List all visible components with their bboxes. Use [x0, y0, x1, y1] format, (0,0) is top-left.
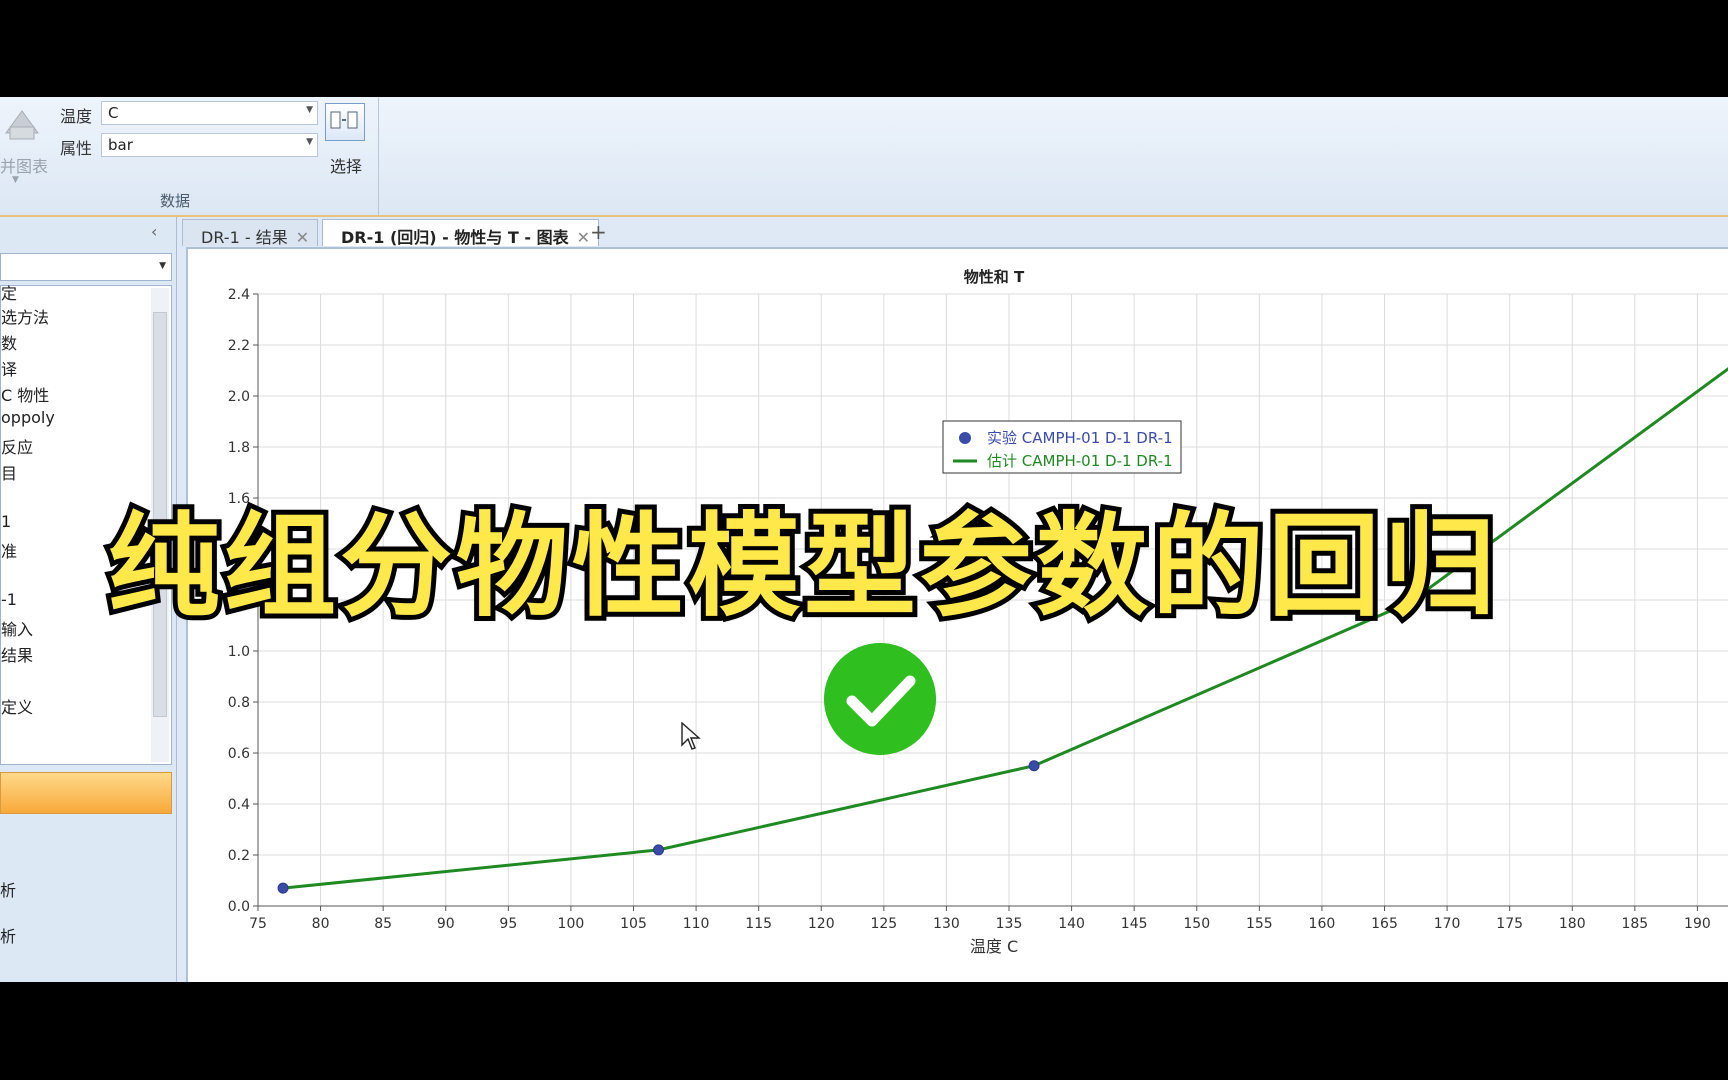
y-tick-label: 1.0 [228, 644, 250, 660]
x-tick-label: 110 [683, 916, 710, 932]
x-tick-label: 115 [745, 916, 772, 932]
overlay-title: 纯组分物性模型参数的回归 [103, 497, 1501, 637]
close-icon[interactable]: ✕ [577, 228, 590, 247]
ribbon-group-caption: 数据 [160, 192, 191, 210]
nav-item[interactable]: C 物性 [1, 382, 49, 406]
nav-item[interactable]: 反应 [1, 434, 33, 458]
x-tick-label: 170 [1434, 916, 1461, 932]
document-tabs: DR-1 - 结果 ✕ DR-1 (回归) - 物性与 T - 图表 ✕ + [182, 217, 1728, 247]
nav-item[interactable]: 目 [1, 460, 17, 484]
x-tick-label: 100 [558, 916, 585, 932]
y-tick-label: 0.4 [228, 797, 250, 813]
x-tick-label: 150 [1183, 916, 1210, 932]
x-tick-label: 165 [1371, 916, 1398, 932]
x-tick-label: 75 [249, 916, 267, 932]
y-tick-label: 2.4 [228, 287, 250, 303]
navigation-section-header[interactable] [0, 772, 172, 814]
x-tick-label: 190 [1684, 916, 1711, 932]
nav-item[interactable]: 数 [1, 330, 17, 354]
y-tick-label: 2.0 [228, 389, 250, 405]
nav-item[interactable]: 准 [1, 538, 17, 562]
check-mark-icon [824, 643, 936, 755]
x-tick-label: 80 [312, 916, 330, 932]
tab-results-label: DR-1 - 结果 [201, 228, 288, 247]
merge-chart-label: 并图表 [0, 157, 49, 176]
nav-item[interactable]: 1 [1, 512, 11, 531]
experimental-data-point [277, 882, 289, 894]
nav-item[interactable]: 析 [0, 877, 16, 901]
nav-item[interactable]: oppoly [1, 408, 55, 427]
x-tick-label: 160 [1309, 916, 1336, 932]
y-tick-label: 0.0 [228, 899, 250, 915]
mouse-cursor-icon [681, 722, 701, 750]
tab-property-chart-label: DR-1 (回归) - 物性与 T - 图表 [341, 228, 569, 247]
merge-chart-icon [5, 110, 39, 140]
nav-item[interactable]: 析 [0, 923, 16, 947]
y-tick-label: 0.2 [228, 848, 250, 864]
x-tick-label: 185 [1621, 916, 1648, 932]
x-tick-label: 175 [1496, 916, 1523, 932]
chevron-down-icon: ▼ [159, 261, 166, 271]
nav-item[interactable]: 选方法 [1, 304, 49, 328]
y-tick-label: 1.8 [228, 440, 250, 456]
close-icon[interactable]: ✕ [296, 228, 309, 247]
temperature-unit-value: C [108, 104, 119, 122]
ribbon: 并图表 ▼ 温度 C ▼ 属性 bar ▼ 选择 数据 [0, 97, 1728, 217]
tab-property-chart[interactable]: DR-1 (回归) - 物性与 T - 图表 ✕ [322, 219, 600, 247]
temperature-unit-select[interactable]: C ▼ [101, 101, 318, 125]
property-unit-value: bar [108, 136, 133, 154]
nav-item[interactable]: 译 [1, 356, 17, 380]
select-columns-icon [325, 103, 365, 141]
merge-chart-button[interactable]: 并图表 ▼ [0, 101, 54, 191]
collapse-left-icon[interactable]: ‹ [151, 222, 157, 241]
tab-results[interactable]: DR-1 - 结果 ✕ [182, 219, 319, 247]
experimental-data-point [1028, 760, 1040, 772]
select-button[interactable]: 选择 [324, 101, 368, 176]
navigation-filter-select[interactable]: ▼ [0, 253, 172, 281]
nav-item[interactable]: 定义 [1, 694, 33, 718]
x-axis-label: 温度 C [970, 937, 1018, 956]
chevron-down-icon: ▼ [12, 175, 19, 185]
x-tick-label: 145 [1121, 916, 1148, 932]
select-label: 选择 [330, 157, 363, 176]
x-tick-label: 90 [437, 916, 455, 932]
x-tick-label: 130 [933, 916, 960, 932]
chevron-down-icon: ▼ [306, 105, 313, 115]
x-tick-label: 120 [808, 916, 835, 932]
ribbon-data-group: 并图表 ▼ 温度 C ▼ 属性 bar ▼ 选择 数据 [0, 97, 379, 215]
y-tick-label: 0.8 [228, 695, 250, 711]
legend-entry: 实验 CAMPH-01 D-1 DR-1 [987, 429, 1173, 447]
x-tick-label: 95 [499, 916, 517, 932]
chart-title: 物性和 T [964, 268, 1025, 286]
chevron-down-icon: ▼ [306, 137, 313, 147]
x-tick-label: 155 [1246, 916, 1273, 932]
property-label: 属性 [60, 139, 93, 158]
x-tick-label: 125 [870, 916, 897, 932]
legend-entry: 估计 CAMPH-01 D-1 DR-1 [987, 452, 1173, 470]
x-tick-label: 105 [620, 916, 647, 932]
x-tick-label: 180 [1559, 916, 1586, 932]
y-tick-label: 0.6 [228, 746, 250, 762]
experimental-data-point [653, 844, 665, 856]
x-tick-label: 140 [1058, 916, 1085, 932]
x-tick-label: 135 [996, 916, 1023, 932]
property-unit-select[interactable]: bar ▼ [101, 133, 318, 157]
y-tick-label: 2.2 [228, 338, 250, 354]
nav-item[interactable]: 结果 [1, 642, 33, 666]
add-tab-icon[interactable]: + [590, 220, 607, 244]
nav-item[interactable]: -1 [1, 590, 17, 609]
legend-marker-experimental [959, 432, 971, 444]
x-tick-label: 85 [374, 916, 392, 932]
temperature-label: 温度 [60, 107, 93, 126]
nav-item[interactable]: 输入 [1, 616, 33, 640]
nav-item[interactable]: 定 [1, 280, 17, 304]
